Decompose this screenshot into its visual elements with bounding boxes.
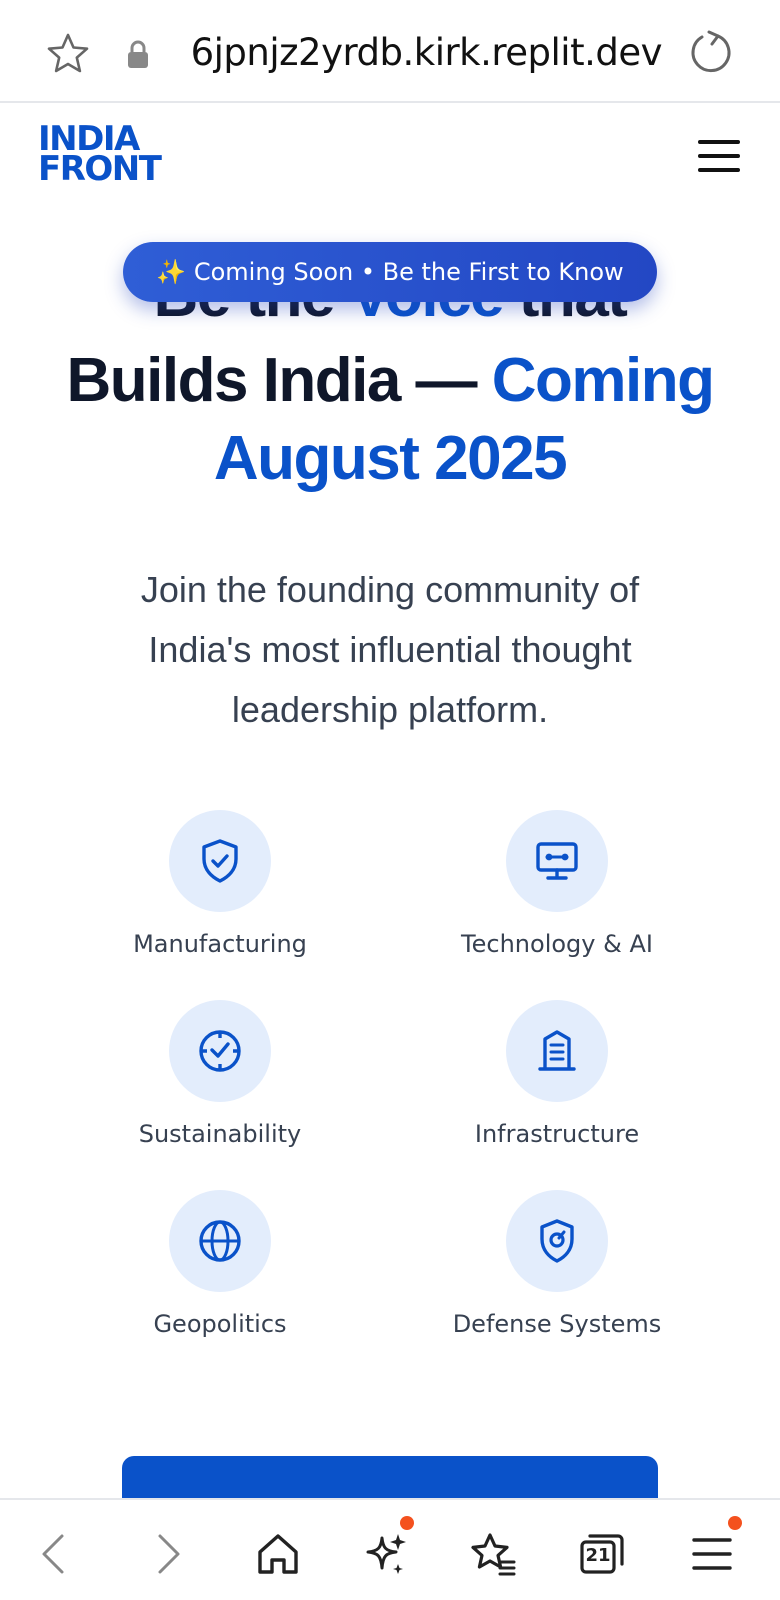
- category-icon-circle: [169, 810, 271, 912]
- monitor-icon: [536, 842, 578, 880]
- category-label: Defense Systems: [452, 1310, 662, 1338]
- shield-target-icon: [540, 1219, 574, 1263]
- category-icon-circle: [506, 1190, 608, 1292]
- lock-icon[interactable]: [124, 38, 152, 70]
- category-sustainability: Sustainability: [70, 1000, 370, 1148]
- shield-check-icon: [202, 839, 238, 883]
- hero-subtitle: Join the founding community of India's m…: [140, 569, 640, 730]
- india-front-logo[interactable]: INDIA FRONT: [38, 122, 162, 189]
- coming-soon-badge: ✨ Coming Soon • Be the First to Know: [123, 242, 657, 302]
- forward-icon[interactable]: [144, 1530, 192, 1578]
- clock-check-icon: [199, 1030, 241, 1072]
- building-icon: [538, 1030, 576, 1071]
- notification-dot: [400, 1516, 414, 1530]
- category-icon-circle: [169, 1190, 271, 1292]
- menu-icon[interactable]: [698, 138, 740, 174]
- hero-headline-dark: Builds India —: [66, 346, 492, 415]
- bookmark-star-icon[interactable]: [44, 30, 92, 78]
- browser-toolbar: 21: [0, 1498, 780, 1600]
- browser-url-bar: 6jpnjz2yrdb.kirk.replit.dev: [0, 0, 780, 103]
- tab-count: 21: [585, 1545, 611, 1566]
- category-geopolitics: Geopolitics: [70, 1190, 370, 1338]
- home-icon[interactable]: [254, 1530, 302, 1578]
- category-label: Technology & AI: [461, 930, 653, 958]
- category-icon-circle: [506, 1000, 608, 1102]
- url-text: 6jpnjz2yrdb.kirk.replit.dev: [190, 31, 663, 74]
- hero-headline: Builds India — Coming August 2025: [40, 342, 740, 498]
- category-label: Manufacturing: [133, 930, 307, 958]
- main-menu-icon[interactable]: [688, 1530, 736, 1578]
- category-infrastructure: Infrastructure: [407, 1000, 707, 1148]
- category-label: Sustainability: [138, 1120, 302, 1148]
- category-defense-systems: Defense Systems: [407, 1190, 707, 1338]
- category-manufacturing: Manufacturing: [70, 810, 370, 958]
- url-field[interactable]: 6jpnjz2yrdb.kirk.replit.dev: [172, 28, 672, 78]
- category-label: Infrastructure: [474, 1120, 640, 1148]
- reload-icon[interactable]: [688, 30, 734, 76]
- bookmarks-star-icon[interactable]: [468, 1530, 516, 1578]
- logo-line-2: FRONT: [38, 149, 162, 189]
- category-technology-ai: Technology & AI: [407, 810, 707, 958]
- back-icon[interactable]: [30, 1530, 78, 1578]
- globe-icon: [199, 1220, 241, 1262]
- notification-dot: [728, 1516, 742, 1530]
- sparkle-ai-icon[interactable]: [362, 1530, 410, 1578]
- category-icon-circle: [169, 1000, 271, 1102]
- category-icon-circle: [506, 810, 608, 912]
- tabs-button[interactable]: 21: [578, 1530, 626, 1578]
- hero-headline-clipped: Be the Voice that: [0, 296, 780, 336]
- category-label: Geopolitics: [153, 1310, 287, 1338]
